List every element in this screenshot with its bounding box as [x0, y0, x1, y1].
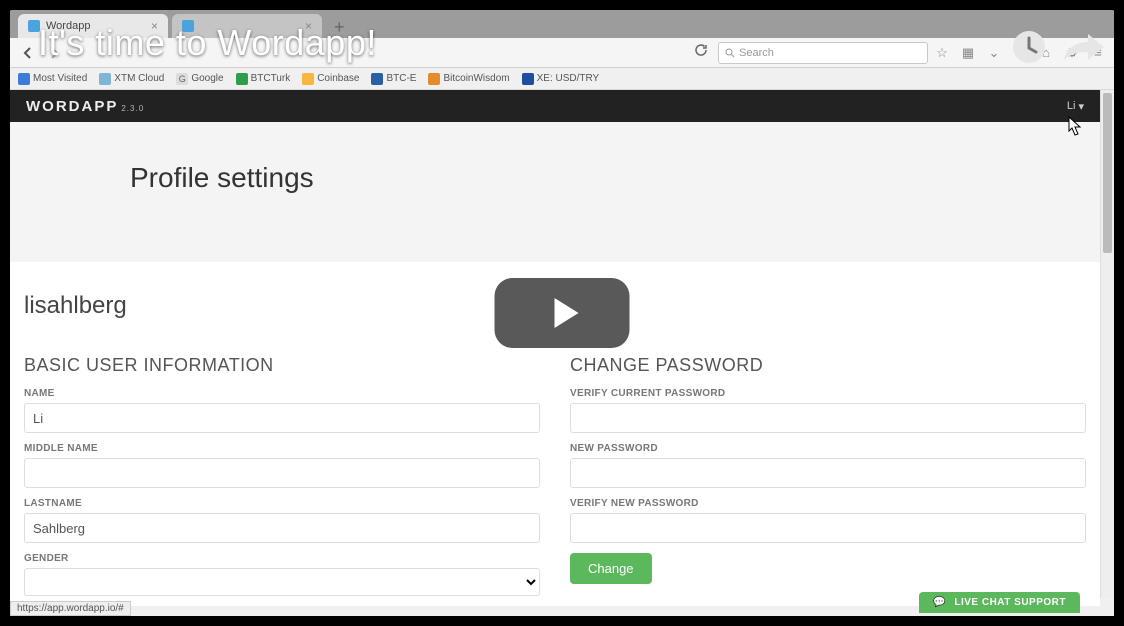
- bookmark-btcturk[interactable]: BTCTurk: [236, 73, 291, 85]
- bookmark-xtm[interactable]: XTM Cloud: [99, 73, 164, 85]
- label-name: NAME: [24, 388, 540, 399]
- name-input[interactable]: [24, 403, 540, 433]
- bookmark-icon: [428, 73, 440, 85]
- video-top-controls: [1012, 30, 1104, 64]
- chat-icon: 💬: [933, 597, 946, 608]
- reload-icon[interactable]: [694, 43, 712, 62]
- new-password-input[interactable]: [570, 458, 1086, 488]
- bookmark-most-visited[interactable]: Most Visited: [18, 73, 87, 85]
- gender-select[interactable]: [24, 568, 540, 596]
- play-button[interactable]: [495, 278, 630, 348]
- bookmark-icon: [522, 73, 534, 85]
- status-bar: https://app.wordapp.io/#: [10, 601, 131, 616]
- verify-new-password-input[interactable]: [570, 513, 1086, 543]
- search-icon: [725, 48, 735, 58]
- bookmark-icon: [302, 73, 314, 85]
- section-title-password: CHANGE PASSWORD: [570, 355, 1086, 376]
- pocket-icon[interactable]: ⌄: [986, 45, 1002, 61]
- search-placeholder: Search: [739, 47, 774, 59]
- watch-later-icon[interactable]: [1012, 30, 1046, 64]
- middle-name-input[interactable]: [24, 458, 540, 488]
- live-chat-button[interactable]: 💬 LIVE CHAT SUPPORT: [919, 592, 1080, 613]
- section-title-basic: BASIC USER INFORMATION: [24, 355, 540, 376]
- bookmark-icon: [236, 73, 248, 85]
- label-lastname: LASTNAME: [24, 498, 540, 509]
- bookmark-icon: G: [176, 73, 188, 85]
- app-logo[interactable]: WORDAPP2.3.0: [26, 98, 144, 115]
- verify-current-password-input[interactable]: [570, 403, 1086, 433]
- dashboard-icon[interactable]: ▦: [960, 45, 976, 61]
- vertical-scrollbar[interactable]: [1100, 90, 1114, 598]
- change-button[interactable]: Change: [570, 553, 652, 584]
- play-icon: [546, 294, 584, 332]
- bookmark-coinbase[interactable]: Coinbase: [302, 73, 359, 85]
- search-box[interactable]: Search: [718, 42, 928, 64]
- label-middle-name: MIDDLE NAME: [24, 443, 540, 454]
- label-gender: GENDER: [24, 553, 540, 564]
- scrollbar-thumb[interactable]: [1103, 93, 1112, 253]
- page-header-area: Profile settings: [10, 122, 1100, 262]
- bookmark-xe[interactable]: XE: USD/TRY: [522, 73, 600, 85]
- video-title: It's time to Wordapp!: [38, 22, 377, 64]
- app-header: WORDAPP2.3.0 Li ▾: [10, 90, 1100, 122]
- bookmark-btce[interactable]: BTC-E: [371, 73, 416, 85]
- basic-info-column: BASIC USER INFORMATION NAME MIDDLE NAME: [24, 355, 540, 606]
- user-menu[interactable]: Li ▾: [1067, 100, 1084, 113]
- page-title: Profile settings: [130, 162, 990, 194]
- bookmarks-bar: Most Visited XTM Cloud GGoogle BTCTurk C…: [10, 68, 1114, 90]
- app-viewport: WORDAPP2.3.0 Li ▾ Profile settings lisah…: [10, 90, 1114, 616]
- bookmark-icon: [371, 73, 383, 85]
- label-verify-current: VERIFY CURRENT PASSWORD: [570, 388, 1086, 399]
- label-new-password: NEW PASSWORD: [570, 443, 1086, 454]
- bookmark-bitcoinwisdom[interactable]: BitcoinWisdom: [428, 73, 509, 85]
- bookmark-icon: [99, 73, 111, 85]
- change-password-column: CHANGE PASSWORD VERIFY CURRENT PASSWORD …: [570, 355, 1086, 606]
- video-player-frame: It's time to Wordapp! Wordapp × × +: [0, 0, 1124, 626]
- label-verify-new: VERIFY NEW PASSWORD: [570, 498, 1086, 509]
- lastname-input[interactable]: [24, 513, 540, 543]
- chevron-down-icon: ▾: [1078, 100, 1084, 113]
- share-icon[interactable]: [1064, 32, 1104, 62]
- bookmark-icon: [18, 73, 30, 85]
- back-button[interactable]: [18, 43, 38, 63]
- star-icon[interactable]: ☆: [934, 45, 950, 61]
- bookmark-google[interactable]: GGoogle: [176, 73, 223, 85]
